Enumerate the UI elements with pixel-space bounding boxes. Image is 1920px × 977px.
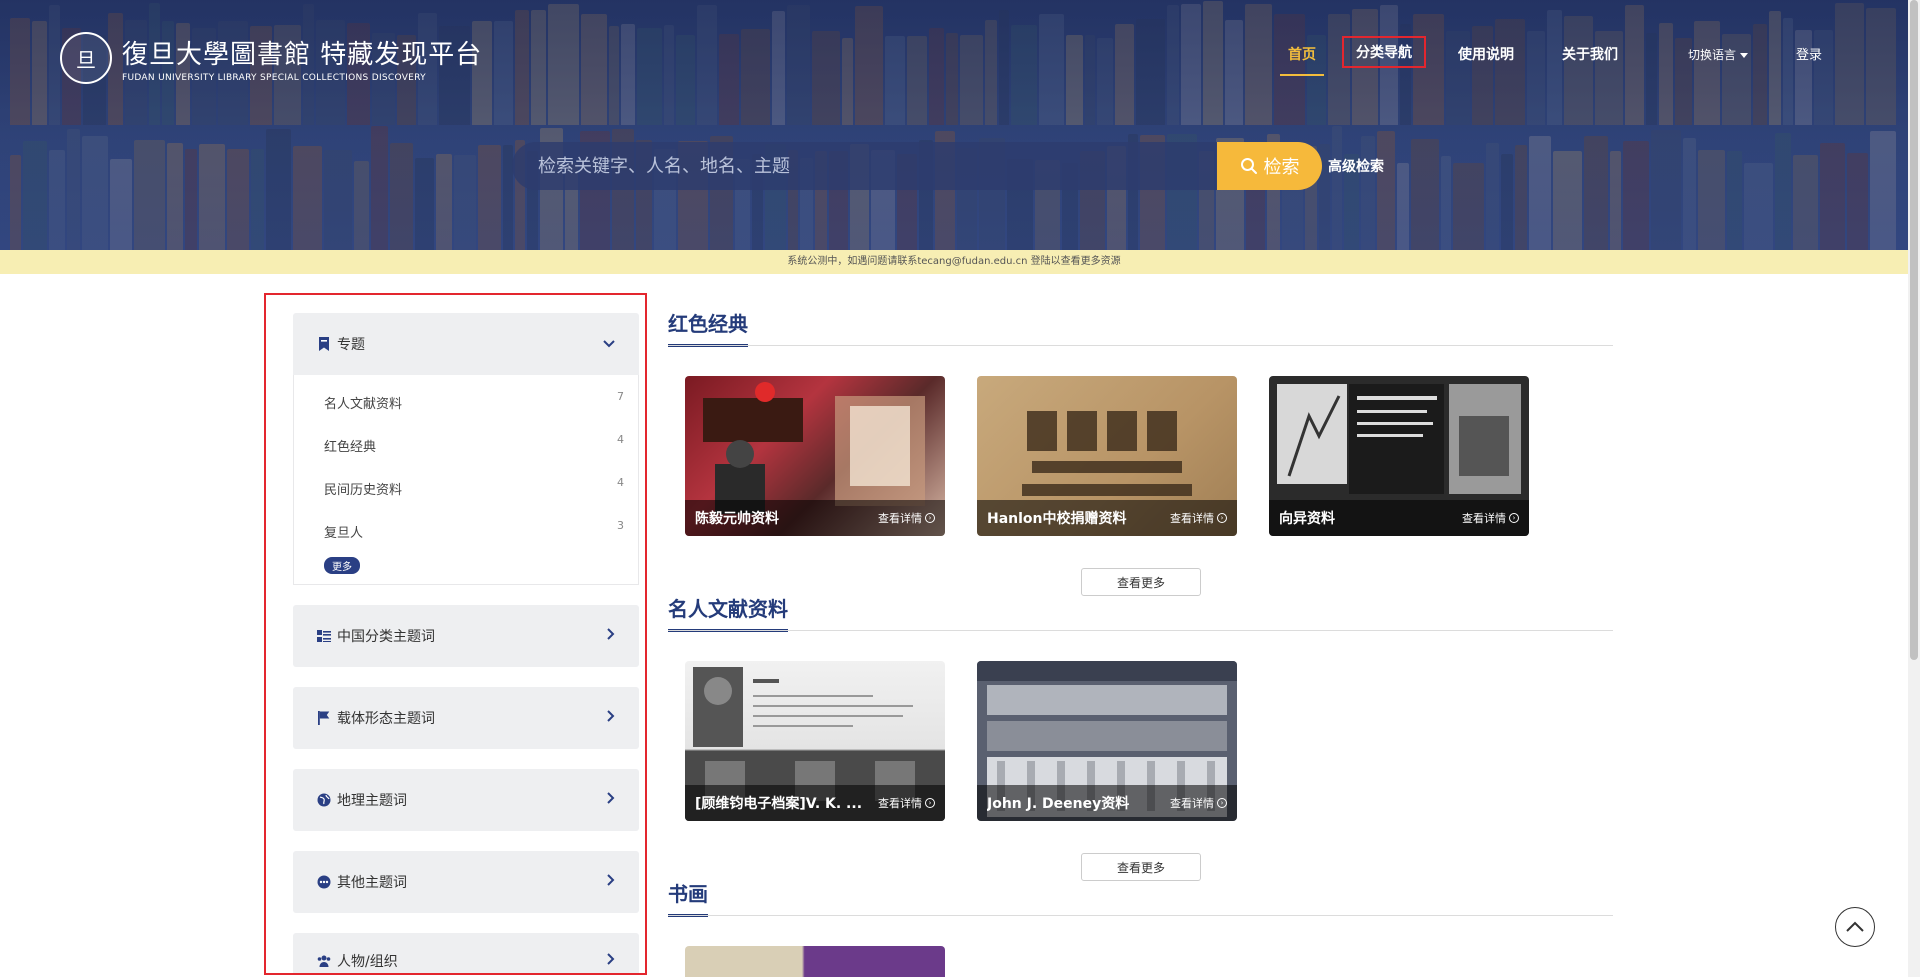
caret-down-icon	[1740, 53, 1749, 58]
topic-panel-title: 专题	[337, 337, 365, 353]
topic-panel-header[interactable]: 专题	[293, 313, 639, 375]
panel-carrier-form[interactable]: 载体形态主题词	[293, 687, 639, 749]
list-icon	[317, 629, 331, 643]
topic-item[interactable]: 复旦人 3	[294, 510, 638, 553]
topic-panel: 专题 名人文献资料 7 红色经典 4 民间历史资料 4 复旦人 3 更多	[293, 313, 639, 585]
chevron-right-icon	[607, 628, 615, 644]
search-button-label: 检索	[1263, 157, 1300, 178]
topic-item-label: 民间历史资料	[324, 483, 403, 498]
nav-guide[interactable]: 使用说明	[1450, 40, 1522, 68]
search-input[interactable]	[512, 142, 1217, 190]
nav-language-label: 切换语言	[1688, 48, 1737, 62]
card-title: Hanlon中校捐赠资料	[987, 511, 1127, 527]
panel-title: 中国分类主题词	[337, 629, 435, 645]
topic-item[interactable]: 民间历史资料 4	[294, 467, 638, 510]
topic-item-label: 红色经典	[324, 440, 377, 455]
search-bar: 检索 高级检索	[512, 141, 1384, 191]
section-title: 红色经典	[668, 308, 748, 347]
topic-more-button[interactable]: 更多	[324, 557, 360, 574]
panel-geography[interactable]: 地理主题词	[293, 769, 639, 831]
chevron-right-icon	[607, 792, 615, 808]
arrow-circle-icon: ›	[1217, 513, 1227, 523]
collection-card[interactable]: 陈毅元帅资料 查看详情 ›	[685, 376, 945, 536]
card-image	[685, 946, 945, 977]
chevron-down-icon	[603, 336, 615, 352]
panel-people-organizations[interactable]: 人物/组织	[293, 933, 639, 973]
panel-title: 地理主题词	[337, 793, 407, 809]
page-scrollbar[interactable]	[1908, 0, 1920, 977]
topic-item[interactable]: 红色经典 4	[294, 424, 638, 467]
notice-bar: 系统公测中，如遇问题请联系tecang@fudan.edu.cn 登陆以查看更多…	[0, 250, 1908, 274]
topic-list: 名人文献资料 7 红色经典 4 民间历史资料 4 复旦人 3 更多	[293, 375, 639, 585]
chevron-right-icon	[607, 953, 615, 969]
card-detail-link[interactable]: 查看详情 ›	[878, 510, 935, 526]
panel-title: 人物/组织	[337, 954, 398, 970]
globe-icon	[317, 793, 331, 807]
card-title: [顾维钧电子档案]V. K. ...	[695, 796, 863, 812]
panel-other-terms[interactable]: 其他主题词	[293, 851, 639, 913]
nav-about[interactable]: 关于我们	[1554, 40, 1626, 68]
arrow-circle-icon: ›	[925, 798, 935, 808]
search-button[interactable]: 检索	[1217, 142, 1322, 190]
topic-item-count: 7	[617, 390, 624, 403]
arrow-circle-icon: ›	[1217, 798, 1227, 808]
collection-card[interactable]: Hanlon中校捐赠资料 查看详情 ›	[977, 376, 1237, 536]
logo-title-en: FUDAN UNIVERSITY LIBRARY SPECIAL COLLECT…	[122, 72, 426, 83]
topic-item-label: 名人文献资料	[324, 397, 403, 412]
topic-item-count: 4	[617, 476, 624, 489]
view-more-button[interactable]: 查看更多	[1081, 853, 1201, 881]
panel-title: 载体形态主题词	[337, 711, 435, 727]
back-to-top-button[interactable]	[1835, 907, 1875, 947]
collection-card[interactable]	[685, 946, 945, 977]
chevron-right-icon	[607, 874, 615, 890]
collection-card[interactable]: [顾维钧电子档案]V. K. ... 查看详情 ›	[685, 661, 945, 821]
logo-title-cn: 復旦大學圖書館 特藏发现平台	[122, 39, 483, 70]
ellipsis-icon	[317, 875, 331, 889]
arrow-circle-icon: ›	[1509, 513, 1519, 523]
advanced-search-link[interactable]: 高级检索	[1328, 156, 1384, 176]
card-detail-link[interactable]: 查看详情 ›	[878, 795, 935, 811]
hero-banner: 旦 復旦大學圖書館 特藏发现平台 FUDAN UNIVERSITY LIBRAR…	[0, 0, 1908, 250]
top-nav: 首页 分类导航 使用说明 关于我们 切换语言 登录	[1250, 36, 1900, 84]
card-title: John J. Deeney资料	[987, 796, 1130, 812]
topic-item[interactable]: 名人文献资料 7	[294, 381, 638, 424]
scrollbar-thumb[interactable]	[1910, 0, 1918, 660]
nav-login[interactable]: 登录	[1788, 40, 1830, 67]
topic-item-label: 复旦人	[324, 526, 364, 541]
nav-language-switch[interactable]: 切换语言	[1680, 42, 1756, 67]
topic-item-count: 3	[617, 519, 624, 532]
section-title: 书画	[668, 878, 708, 917]
chevron-up-icon	[1846, 921, 1864, 932]
view-more-button[interactable]: 查看更多	[1081, 568, 1201, 596]
card-detail-link[interactable]: 查看详情 ›	[1170, 510, 1227, 526]
arrow-circle-icon: ›	[925, 513, 935, 523]
card-title: 陈毅元帅资料	[695, 511, 779, 527]
flag-icon	[317, 711, 331, 725]
topic-item-count: 4	[617, 433, 624, 446]
bookmark-icon	[317, 337, 331, 351]
card-detail-link[interactable]: 查看详情 ›	[1170, 795, 1227, 811]
section-title: 名人文献资料	[668, 593, 788, 632]
site-logo[interactable]: 旦 復旦大學圖書館 特藏发现平台 FUDAN UNIVERSITY LIBRAR…	[60, 32, 482, 84]
page: 旦 復旦大學圖書館 特藏发现平台 FUDAN UNIVERSITY LIBRAR…	[0, 0, 1920, 977]
panel-title: 其他主题词	[337, 875, 407, 891]
sidebar: 专题 名人文献资料 7 红色经典 4 民间历史资料 4 复旦人 3 更多 中国分…	[264, 293, 647, 975]
collection-card[interactable]: 向异资料 查看详情 ›	[1269, 376, 1529, 536]
people-icon	[317, 954, 331, 968]
panel-classification[interactable]: 中国分类主题词	[293, 605, 639, 667]
chevron-right-icon	[607, 710, 615, 726]
card-title: 向异资料	[1279, 511, 1335, 527]
university-seal-icon: 旦	[60, 32, 112, 84]
collection-card[interactable]: John J. Deeney资料 查看详情 ›	[977, 661, 1237, 821]
search-icon	[1240, 158, 1257, 174]
nav-home[interactable]: 首页	[1280, 40, 1324, 76]
card-detail-link[interactable]: 查看详情 ›	[1462, 510, 1519, 526]
nav-categories[interactable]: 分类导航	[1342, 36, 1426, 68]
